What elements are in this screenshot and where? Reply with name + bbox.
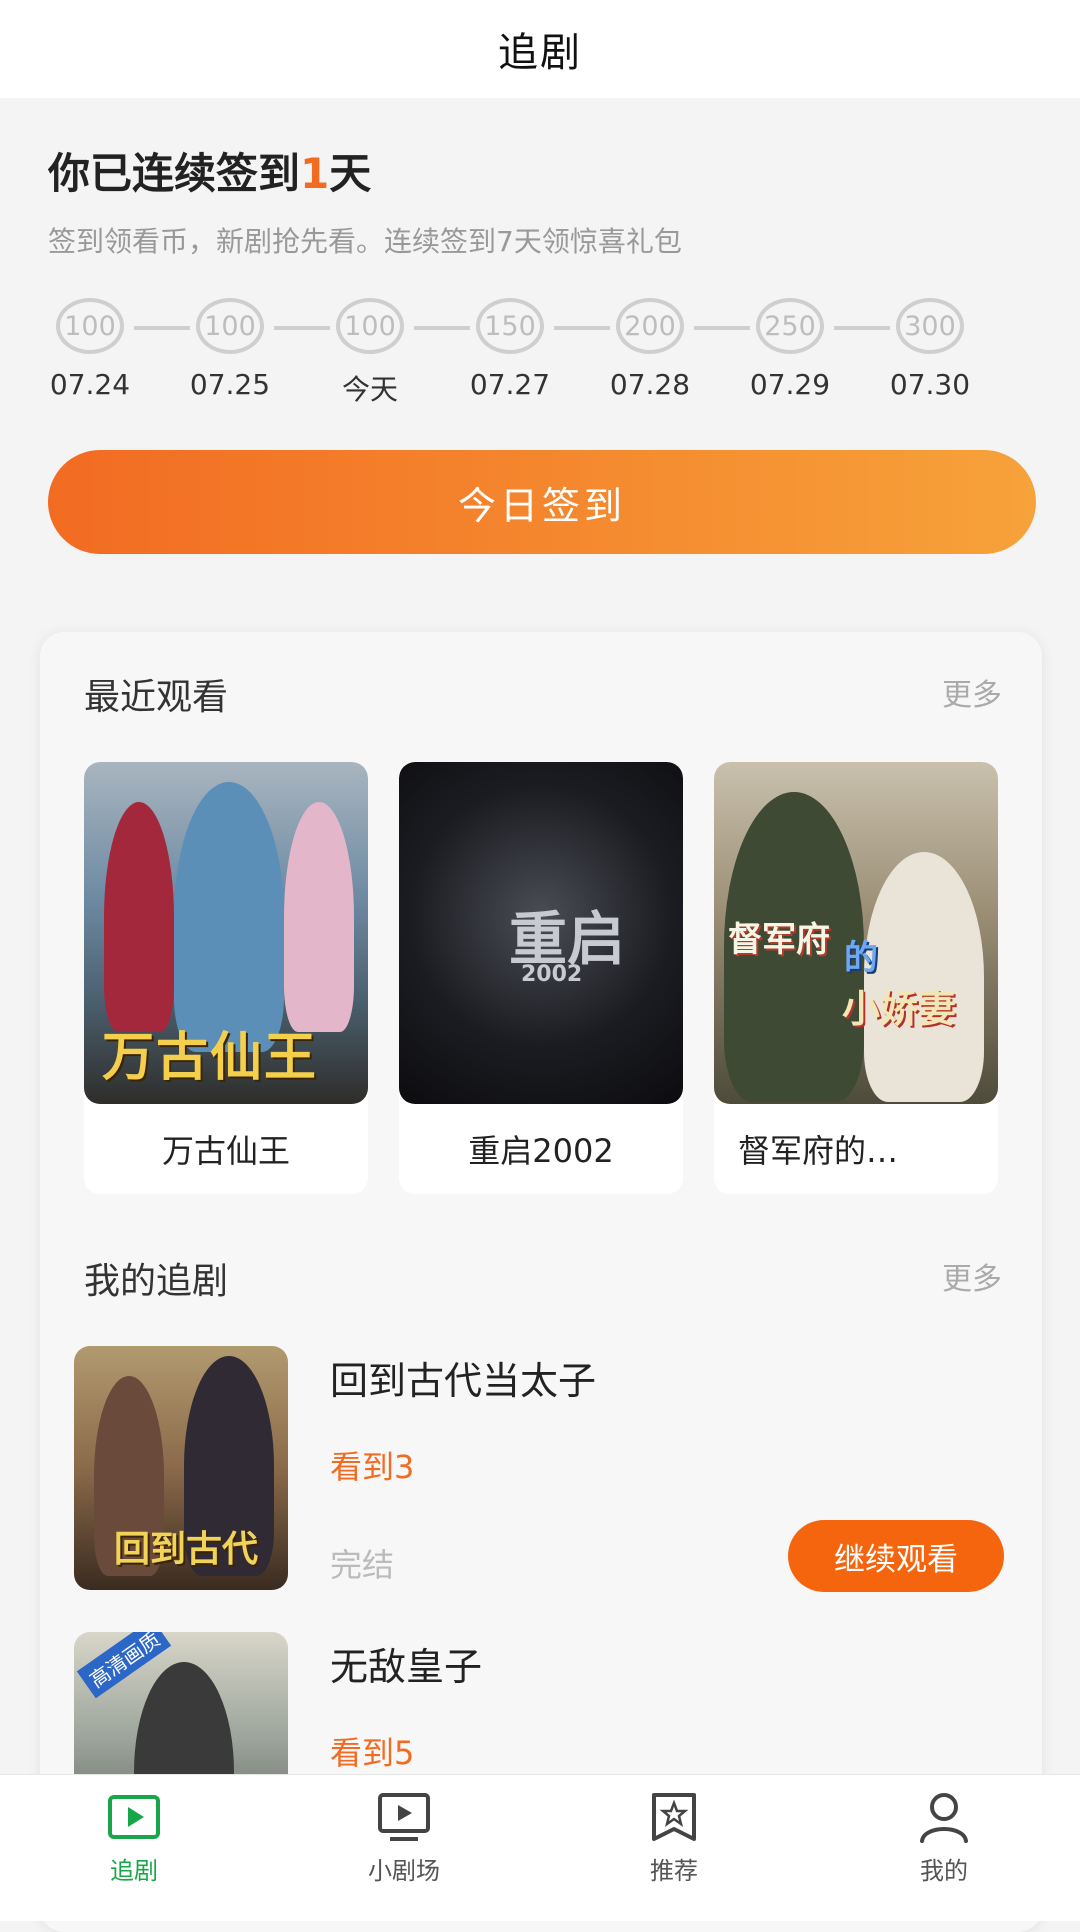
poster-figure [104,802,174,1032]
following-item-title: 无敌皇子 [330,1645,483,1689]
poster-subtitle-text: 2002 [521,962,583,987]
signin-headline-prefix: 你已连续签到 [48,149,301,198]
recent-poster: 督军府 的 小娇妻 [714,762,998,1104]
recent-item-name: 重启2002 [468,1132,614,1170]
top-bar: 追剧 [0,0,1080,98]
tab-theater[interactable]: 小剧场 [334,1789,474,1909]
signin-day: 100 今天 [300,298,440,408]
recent-item[interactable]: 重启 2002 重启2002 [399,762,683,1194]
day-date: 07.24 [49,368,131,401]
recent-item-name: 督军府的… [738,1132,899,1170]
signin-headline: 你已连续签到1天 [48,140,371,201]
coin-circle: 100 [56,298,124,354]
user-icon [920,1793,968,1843]
signin-day: 100 07.24 [20,298,160,401]
tab-label: 追剧 [110,1857,158,1885]
poster-figure [864,852,984,1102]
signin-today-button[interactable]: 今日签到 [48,450,1036,554]
tv-play-icon [378,1793,430,1841]
poster-title-text: 的 [844,938,878,978]
tab-label: 小剧场 [368,1857,440,1885]
page-title: 追剧 [498,30,582,76]
poster-title-text: 督军府 [728,920,830,960]
day-date: 07.29 [749,368,831,401]
recent-poster: 重启 2002 [399,762,683,1104]
following-item-progress: 看到5 [330,1734,415,1772]
poster-figure [284,802,354,1032]
coin-circle: 250 [756,298,824,354]
tab-mine[interactable]: 我的 [874,1789,1014,1909]
day-date: 07.30 [889,368,971,401]
signin-section: 你已连续签到1天 签到领看币，新剧抢先看。连续签到7天领惊喜礼包 100 07.… [0,98,1080,618]
signin-subtitle: 签到领看币，新剧抢先看。连续签到7天领惊喜礼包 [48,225,682,258]
day-date: 今天 [341,373,398,406]
recent-item[interactable]: 督军府 的 小娇妻 督军府的… [714,762,998,1194]
day-date: 07.25 [189,368,271,401]
poster-title-text: 小娇妻 [842,987,957,1031]
recent-item[interactable]: 万古仙王 万古仙王 [84,762,368,1194]
following-item-status: 完结 [330,1546,395,1584]
day-date: 07.28 [609,368,691,401]
day-date: 07.27 [469,368,551,401]
signin-headline-suffix: 天 [329,149,372,198]
signin-days-row: 100 07.24 100 07.25 100 今天 150 07.27 200… [0,298,1080,418]
following-item[interactable]: 回到古代 回到古代当太子 看到3 完结 继续观看 [74,1346,1004,1596]
recent-poster: 万古仙王 [84,762,368,1104]
coin-circle: 200 [616,298,684,354]
tab-label: 推荐 [650,1857,698,1885]
play-square-icon [108,1795,160,1839]
poster-title-text: 万古仙王 [102,1028,319,1088]
following-item-progress: 看到3 [330,1448,415,1486]
following-more-link[interactable]: 更多 [942,1254,1002,1298]
following-item-title: 回到古代当太子 [330,1359,597,1403]
coin-circle: 100 [336,298,404,354]
tab-label: 我的 [920,1857,968,1885]
recent-item-name: 万古仙王 [161,1132,290,1170]
coin-circle: 150 [476,298,544,354]
bottom-tab-bar: 追剧 小剧场 推荐 我的 [0,1774,1080,1921]
bookmark-star-icon [652,1793,696,1841]
signin-day: 150 07.27 [440,298,580,401]
following-title: 我的追剧 [84,1261,229,1302]
coin-circle: 300 [896,298,964,354]
continue-watching-button[interactable]: 继续观看 [788,1520,1004,1592]
signin-days-count: 1 [300,149,330,198]
tab-recommend[interactable]: 推荐 [604,1789,744,1909]
content-card: 最近观看 更多 万古仙王 万古仙王 重启 2002 重启2002 督军府 的 小… [40,632,1042,1932]
coin-circle: 100 [196,298,264,354]
tab-follow[interactable]: 追剧 [64,1789,204,1909]
signin-day: 250 07.29 [720,298,860,401]
signin-day: 100 07.25 [160,298,300,401]
poster-title-text: 回到古代 [114,1529,259,1570]
recent-more-link[interactable]: 更多 [942,670,1002,714]
following-poster: 回到古代 [74,1346,288,1590]
signin-day: 200 07.28 [580,298,720,401]
recent-title: 最近观看 [84,677,229,718]
signin-day: 300 07.30 [860,298,1000,401]
poster-figure [174,782,284,1052]
